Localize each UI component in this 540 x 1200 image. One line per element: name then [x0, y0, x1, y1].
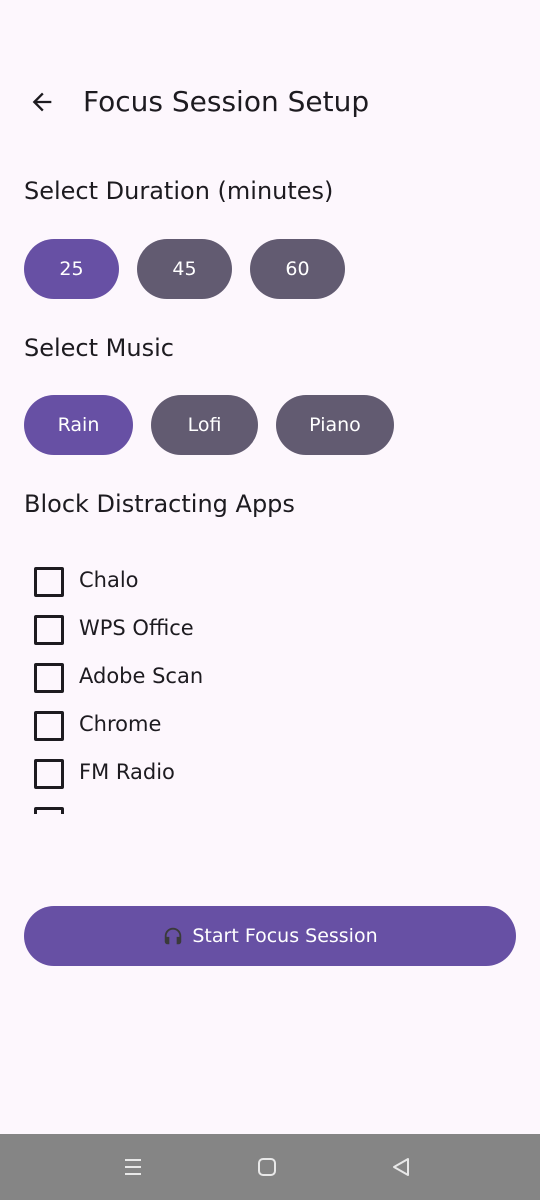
app-item-adobe-scan[interactable]: Adobe Scan: [0, 652, 540, 700]
app-item-chalo[interactable]: Chalo: [0, 556, 540, 604]
page-title: Focus Session Setup: [83, 85, 370, 118]
duration-option-25[interactable]: 25: [24, 239, 119, 299]
app-label: Chrome: [79, 712, 162, 736]
duration-option-60[interactable]: 60: [250, 239, 345, 299]
music-option-piano[interactable]: Piano: [276, 395, 394, 455]
app-label: Adobe Scan: [79, 664, 204, 688]
app-item-chrome[interactable]: Chrome: [0, 700, 540, 748]
recents-icon: [125, 1159, 141, 1175]
app-checkbox[interactable]: [34, 567, 64, 597]
app-list[interactable]: Chalo WPS Office Adobe Scan Chrome FM Ra…: [0, 556, 540, 814]
music-section-title: Select Music: [24, 334, 174, 362]
back-button[interactable]: [22, 82, 62, 122]
app-checkbox[interactable]: [34, 615, 64, 645]
app-item-partial[interactable]: [0, 796, 540, 814]
app-item-wps-office[interactable]: WPS Office: [0, 604, 540, 652]
app-checkbox[interactable]: [34, 711, 64, 741]
back-arrow-icon: [32, 92, 52, 112]
duration-option-45[interactable]: 45: [137, 239, 232, 299]
app-checkbox[interactable]: [34, 759, 64, 789]
recents-button[interactable]: [121, 1155, 145, 1179]
app-label: Chalo: [79, 568, 139, 592]
music-option-rain[interactable]: Rain: [24, 395, 133, 455]
app-bar: Focus Session Setup: [0, 70, 540, 134]
music-options: Rain Lofi Piano: [24, 395, 394, 455]
start-focus-session-button[interactable]: Start Focus Session: [24, 906, 516, 966]
duration-section-title: Select Duration (minutes): [24, 177, 334, 205]
block-apps-section-title: Block Distracting Apps: [24, 490, 295, 518]
app-label: WPS Office: [79, 616, 194, 640]
headphones-icon: [162, 925, 184, 947]
home-icon: [258, 1158, 276, 1176]
duration-options: 25 45 60: [24, 239, 345, 299]
nav-back-button[interactable]: [389, 1155, 413, 1179]
app-checkbox[interactable]: [34, 663, 64, 693]
music-option-lofi[interactable]: Lofi: [151, 395, 258, 455]
app-checkbox[interactable]: [34, 807, 64, 814]
back-triangle-icon: [393, 1158, 409, 1176]
app-label: FM Radio: [79, 760, 175, 784]
app-item-fm-radio[interactable]: FM Radio: [0, 748, 540, 796]
start-button-label: Start Focus Session: [192, 925, 378, 947]
system-nav-bar: [0, 1134, 540, 1200]
status-bar: [0, 0, 540, 60]
home-button[interactable]: [255, 1155, 279, 1179]
